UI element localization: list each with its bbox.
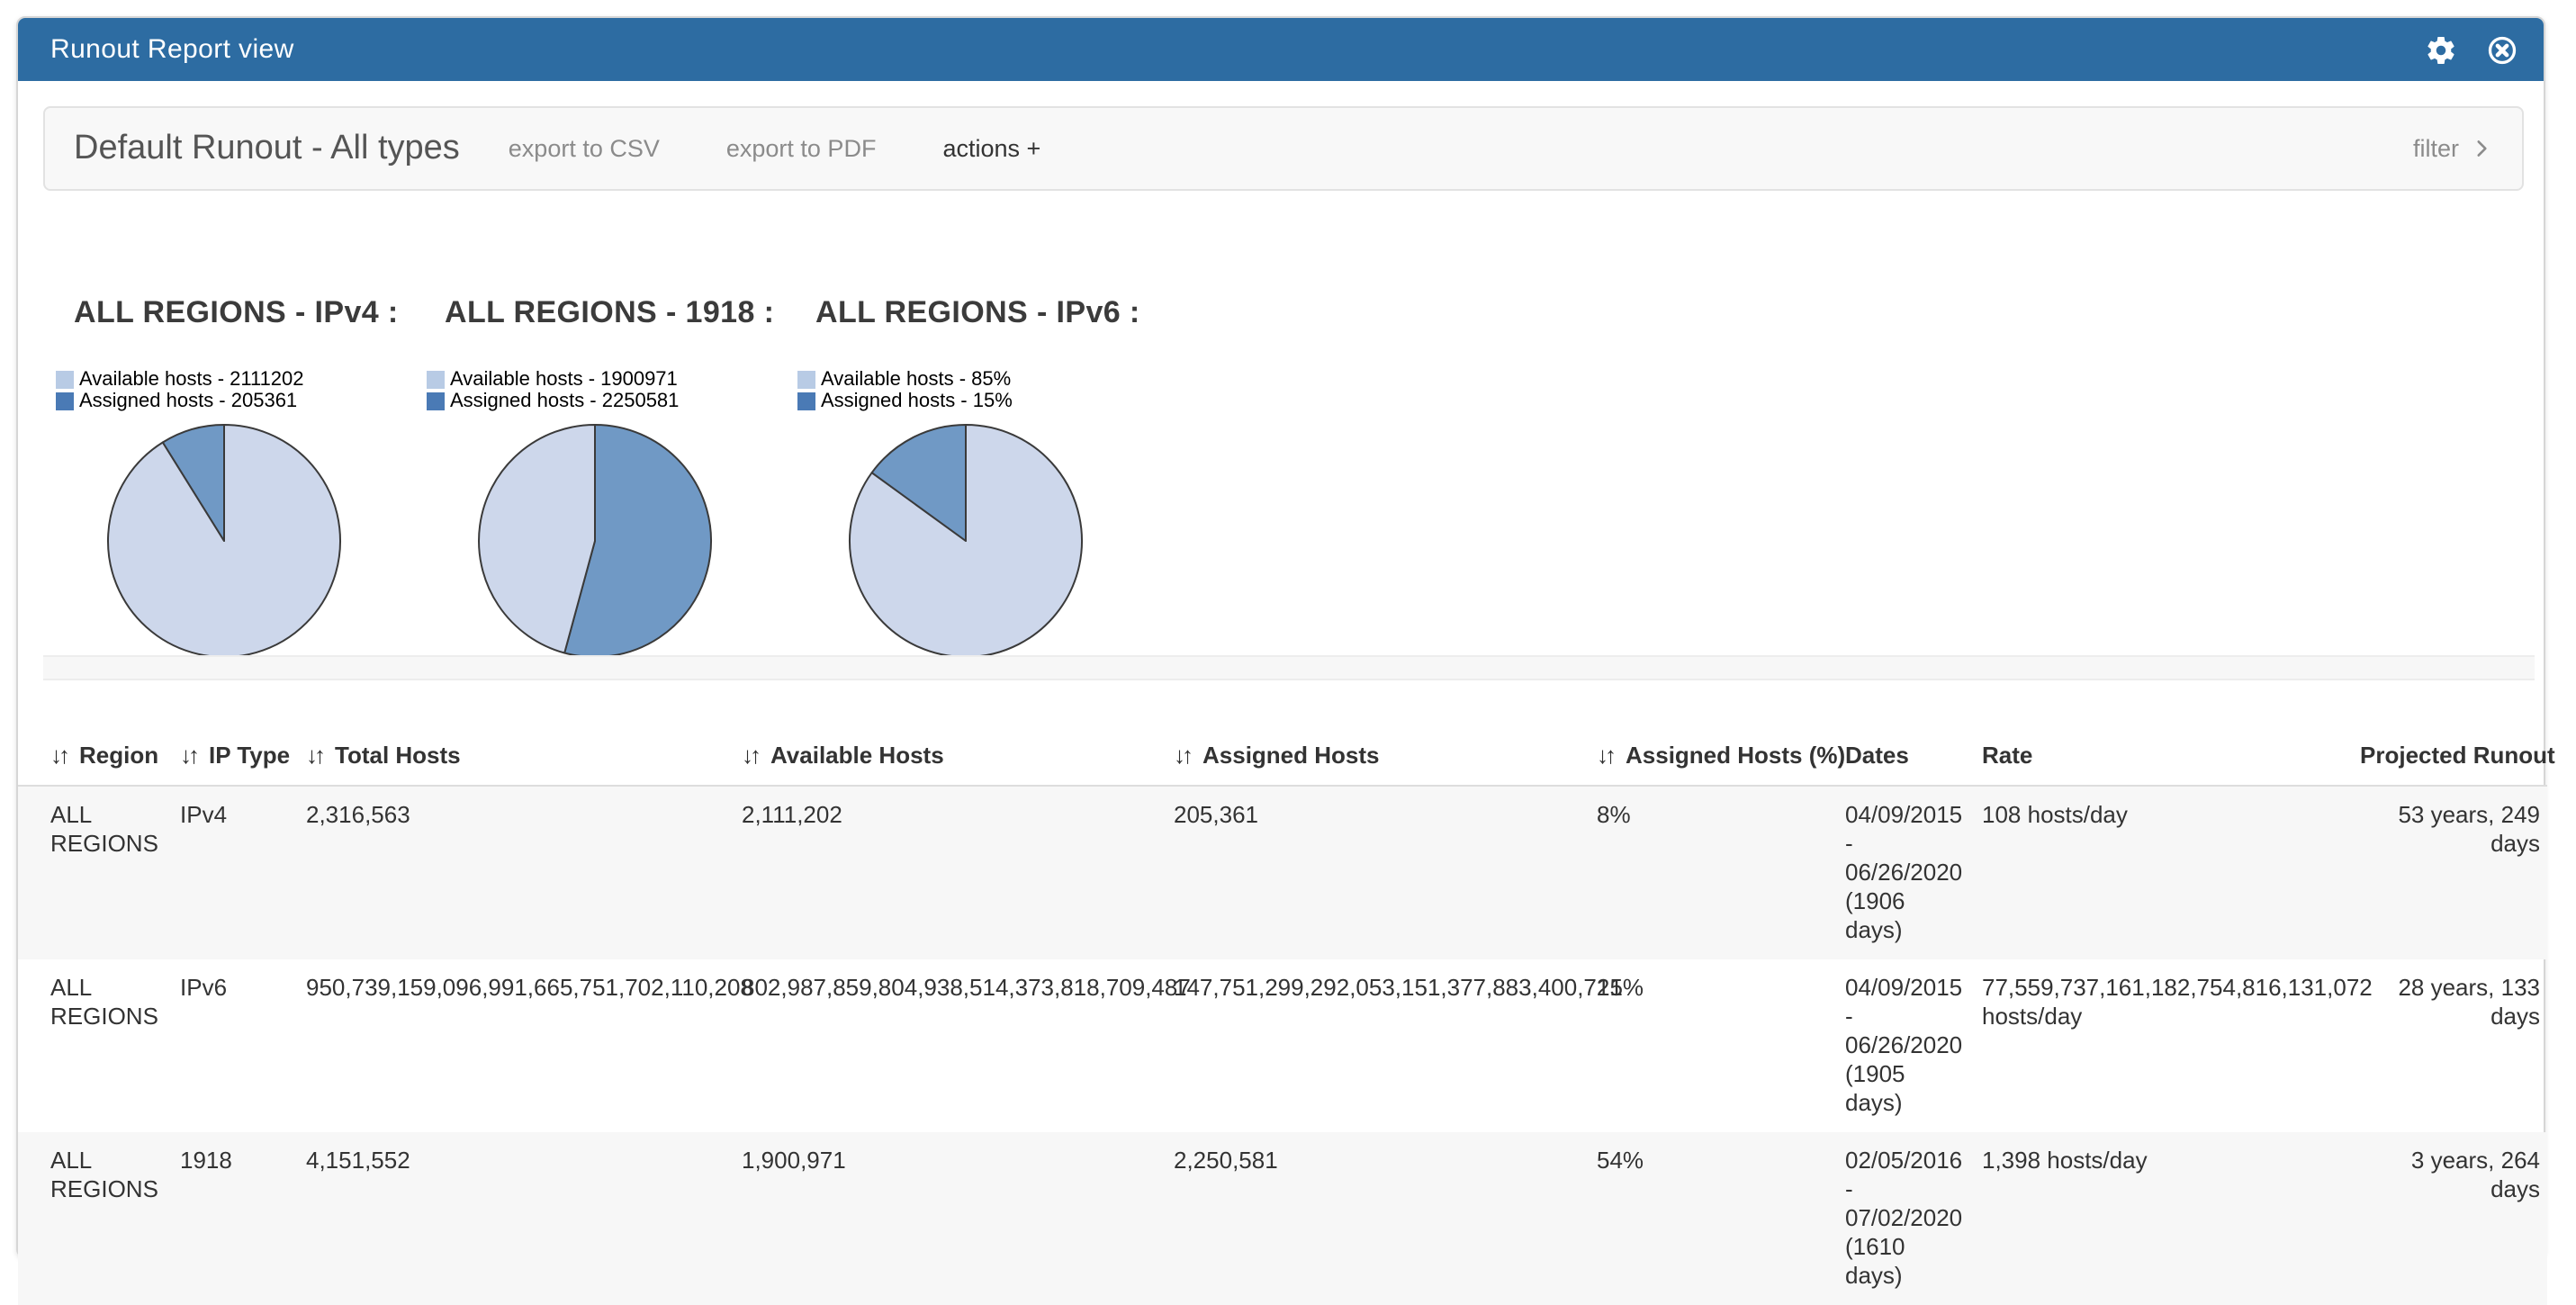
charts-section: ALL REGIONS - IPv4 : Available hosts - 2… — [56, 295, 1168, 659]
chevron-right-icon — [2470, 137, 2493, 160]
legend-row-available: Available hosts - 2111202 — [56, 369, 427, 391]
chart-all-regions-ipv6: ALL REGIONS - IPv6 : Available hosts - 8… — [797, 295, 1168, 659]
assigned-hosts-cell: 205,361 — [1174, 786, 1597, 959]
table-row: ALL REGIONS IPv6 950,739,159,096,991,665… — [18, 959, 2547, 1132]
region-cell: ALL REGIONS — [18, 1132, 180, 1305]
projected-runout-cell: 3 years, 264 days — [2360, 1132, 2547, 1305]
sort-icon: ↓↑ — [50, 742, 67, 769]
pie-chart-ipv4 — [106, 423, 342, 659]
chart-title: ALL REGIONS - 1918 : — [445, 295, 797, 331]
projected-runout-cell: 53 years, 249 days — [2360, 786, 2547, 959]
legend-label: Available hosts - 1900971 — [450, 369, 678, 391]
legend-swatch-assigned — [797, 392, 815, 410]
legend-swatch-available — [797, 371, 815, 389]
assigned-pct-cell: 15% — [1597, 959, 1845, 1132]
sort-icon: ↓↑ — [742, 742, 758, 769]
legend-label: Assigned hosts - 2250581 — [450, 391, 679, 412]
legend-label: Assigned hosts - 15% — [821, 391, 1013, 412]
table-header-row: ↓↑Region ↓↑IP Type ↓↑Total Hosts ↓↑Avail… — [18, 731, 2547, 786]
export-pdf-link[interactable]: export to PDF — [726, 135, 877, 162]
column-header-available-hosts[interactable]: ↓↑Available Hosts — [742, 731, 1174, 786]
sort-icon: ↓↑ — [1174, 742, 1190, 769]
filter-toggle[interactable]: filter — [2413, 135, 2493, 162]
legend-swatch-available — [427, 371, 445, 389]
dates-cell: 02/05/2016 - 07/02/2020 (1610 days) — [1845, 1132, 1982, 1305]
rate-cell: 77,559,737,161,182,754,816,131,072 hosts… — [1982, 959, 2360, 1132]
sort-icon: ↓↑ — [1597, 742, 1613, 769]
assigned-pct-cell: 54% — [1597, 1132, 1845, 1305]
available-hosts-cell: 1,900,971 — [742, 1132, 1174, 1305]
legend-row-assigned: Assigned hosts - 205361 — [56, 391, 427, 412]
chart-all-regions-1918: ALL REGIONS - 1918 : Available hosts - 1… — [427, 295, 797, 659]
column-header-total-hosts[interactable]: ↓↑Total Hosts — [306, 731, 742, 786]
ip-type-cell: IPv4 — [180, 786, 306, 959]
column-header-assigned-hosts[interactable]: ↓↑Assigned Hosts — [1174, 731, 1597, 786]
column-header-dates: Dates — [1845, 731, 1982, 786]
legend-swatch-available — [56, 371, 74, 389]
available-hosts-cell: 802,987,859,804,938,514,373,818,709,487 — [742, 959, 1174, 1132]
export-csv-link[interactable]: export to CSV — [509, 135, 660, 162]
column-header-rate: Rate — [1982, 731, 2360, 786]
runout-table: ↓↑Region ↓↑IP Type ↓↑Total Hosts ↓↑Avail… — [18, 731, 2547, 1305]
titlebar: Runout Report view — [18, 18, 2544, 81]
total-hosts-cell: 2,316,563 — [306, 786, 742, 959]
window-title: Runout Report view — [50, 34, 294, 65]
legend-row-assigned: Assigned hosts - 15% — [797, 391, 1168, 412]
table-row: ALL REGIONS 1918 4,151,552 1,900,971 2,2… — [18, 1132, 2547, 1305]
report-title: Default Runout - All types — [74, 129, 460, 168]
filter-label: filter — [2413, 135, 2459, 162]
legend-label: Assigned hosts - 205361 — [79, 391, 297, 412]
close-circle-x-icon[interactable] — [2486, 33, 2518, 66]
total-hosts-cell: 950,739,159,096,991,665,751,702,110,208 — [306, 959, 742, 1132]
projected-runout-cell: 28 years, 133 days — [2360, 959, 2547, 1132]
assigned-hosts-cell: 2,250,581 — [1174, 1132, 1597, 1305]
report-toolbar: Default Runout - All types export to CSV… — [43, 106, 2524, 191]
section-divider-strip — [43, 655, 2535, 680]
rate-cell: 1,398 hosts/day — [1982, 1132, 2360, 1305]
chart-all-regions-ipv4: ALL REGIONS - IPv4 : Available hosts - 2… — [56, 295, 427, 659]
page: Runout Report view Default Runout - All … — [0, 0, 2576, 1300]
legend-label: Available hosts - 85% — [821, 369, 1011, 391]
chart-legend: Available hosts - 85% Assigned hosts - 1… — [797, 369, 1168, 412]
assigned-pct-cell: 8% — [1597, 786, 1845, 959]
total-hosts-cell: 4,151,552 — [306, 1132, 742, 1305]
legend-swatch-assigned — [427, 392, 445, 410]
gear-icon[interactable] — [2425, 33, 2457, 66]
column-header-region[interactable]: ↓↑Region — [18, 731, 180, 786]
region-cell: ALL REGIONS — [18, 959, 180, 1132]
legend-row-assigned: Assigned hosts - 2250581 — [427, 391, 797, 412]
rate-cell: 108 hosts/day — [1982, 786, 2360, 959]
chart-title: ALL REGIONS - IPv4 : — [74, 295, 427, 331]
legend-swatch-assigned — [56, 392, 74, 410]
runout-report-window: Runout Report view Default Runout - All … — [16, 16, 2545, 1258]
available-hosts-cell: 2,111,202 — [742, 786, 1174, 959]
ip-type-cell: 1918 — [180, 1132, 306, 1305]
dates-cell: 04/09/2015 - 06/26/2020 (1906 days) — [1845, 786, 1982, 959]
legend-row-available: Available hosts - 1900971 — [427, 369, 797, 391]
sort-icon: ↓↑ — [306, 742, 322, 769]
column-header-assigned-hosts-pct[interactable]: ↓↑Assigned Hosts (%) — [1597, 731, 1845, 786]
actions-menu-button[interactable]: actions + — [942, 135, 1040, 162]
ip-type-cell: IPv6 — [180, 959, 306, 1132]
sort-icon: ↓↑ — [180, 742, 196, 769]
chart-legend: Available hosts - 1900971 Assigned hosts… — [427, 369, 797, 412]
table-row: ALL REGIONS IPv4 2,316,563 2,111,202 205… — [18, 786, 2547, 959]
titlebar-icons — [2425, 33, 2518, 66]
pie-chart-1918 — [477, 423, 713, 659]
assigned-hosts-cell: 147,751,299,292,053,151,377,883,400,721 — [1174, 959, 1597, 1132]
column-header-projected-runout: Projected Runout — [2360, 731, 2547, 786]
column-header-ip-type[interactable]: ↓↑IP Type — [180, 731, 306, 786]
region-cell: ALL REGIONS — [18, 786, 180, 959]
dates-cell: 04/09/2015 - 06/26/2020 (1905 days) — [1845, 959, 1982, 1132]
chart-legend: Available hosts - 2111202 Assigned hosts… — [56, 369, 427, 412]
legend-label: Available hosts - 2111202 — [79, 369, 304, 391]
chart-title: ALL REGIONS - IPv6 : — [815, 295, 1168, 331]
pie-chart-ipv6 — [848, 423, 1084, 659]
legend-row-available: Available hosts - 85% — [797, 369, 1168, 391]
